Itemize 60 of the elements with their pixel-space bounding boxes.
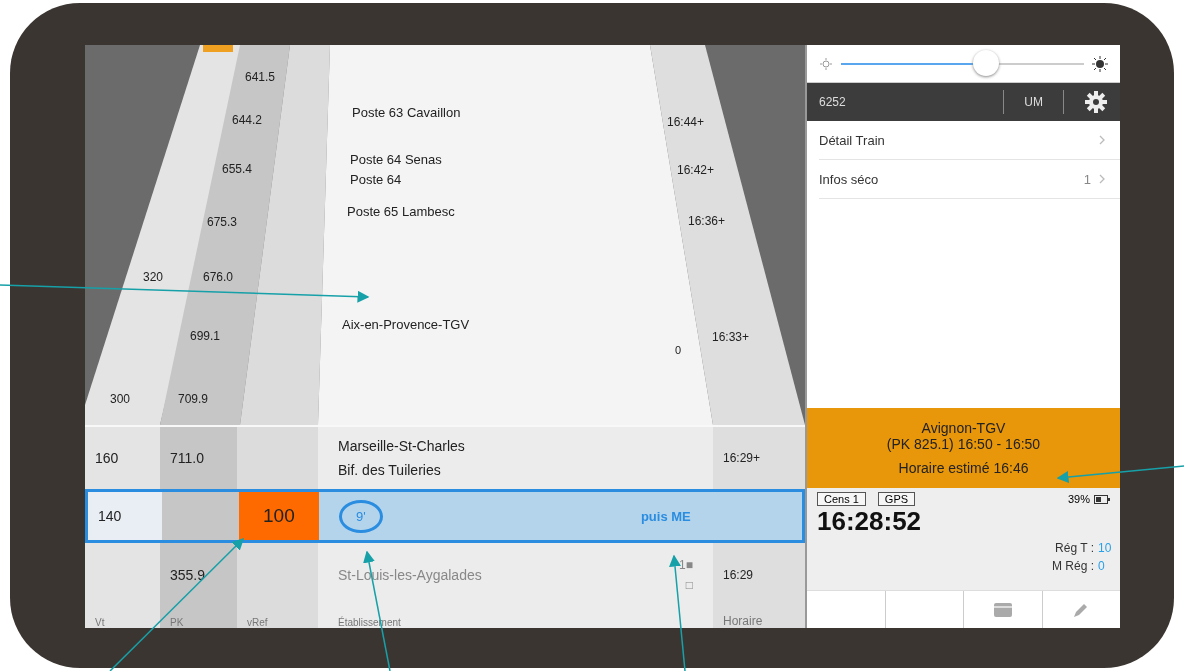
km-marker: 655.4 bbox=[222, 162, 253, 176]
brightness-slider-thumb[interactable] bbox=[972, 49, 999, 76]
speed-value: 320 bbox=[143, 270, 164, 284]
mode-label: UM bbox=[1024, 95, 1043, 109]
column-header: Horaire bbox=[723, 614, 763, 628]
current-position-row[interactable]: 140 100 9' puis ME bbox=[85, 489, 805, 544]
bright-sun-icon bbox=[1092, 55, 1108, 72]
next-stop-name: Avignon-TGV bbox=[921, 420, 1006, 436]
chevron-icon bbox=[1099, 174, 1106, 184]
km-marker: 709.9 bbox=[178, 392, 209, 406]
menu-item[interactable]: Infos séco 1 bbox=[819, 160, 1120, 199]
station-name: Poste 64 bbox=[350, 172, 402, 187]
speed-value: 160 bbox=[95, 450, 119, 466]
battery-level: 39% bbox=[1067, 493, 1090, 505]
reading-label: M Rég : bbox=[1052, 559, 1094, 573]
km-marker: 355.9 bbox=[170, 567, 206, 584]
km-marker: 711.0 bbox=[170, 450, 204, 466]
card-icon bbox=[992, 601, 1013, 618]
station-name: Aix-en-Provence-TGV bbox=[342, 317, 470, 332]
column-header: PK bbox=[170, 617, 184, 628]
speed-value: 300 bbox=[110, 392, 131, 406]
station-name: Poste 63 Cavaillon bbox=[352, 105, 461, 120]
dim-sun-icon bbox=[819, 56, 833, 71]
track-marker: □ bbox=[685, 578, 693, 593]
chevron-icon bbox=[1099, 135, 1106, 145]
train-number: 6252 bbox=[819, 95, 847, 109]
reading-value: 0 bbox=[1098, 559, 1106, 573]
estimated-time: Horaire estimé 16:46 bbox=[898, 460, 1029, 476]
time-value: 16:33+ bbox=[712, 330, 750, 344]
station-name: Poste 65 Lambesc bbox=[347, 204, 455, 219]
station-name: Marseille-St-Charles bbox=[338, 438, 465, 454]
status-tag: Cens 1 bbox=[817, 492, 866, 506]
time-value: 16:29 bbox=[723, 568, 754, 583]
km-marker: 676.0 bbox=[203, 270, 234, 284]
km-marker: 699.1 bbox=[190, 329, 221, 343]
status-tag: GPS bbox=[877, 492, 916, 506]
count-label: 1 bbox=[1083, 171, 1091, 187]
time-value: 16:29+ bbox=[723, 451, 761, 465]
delay-badge: 9' bbox=[339, 499, 383, 533]
time-value: 16:36+ bbox=[688, 214, 726, 228]
column-header: vRef bbox=[247, 617, 268, 628]
track-marker: 1■ bbox=[679, 558, 693, 573]
column-header: Vt bbox=[95, 617, 105, 628]
next-stop-detail: (PK 825.1) 16:50 - 16:50 bbox=[886, 436, 1041, 452]
clock: 16:28:52 bbox=[817, 506, 923, 537]
station-name: Poste 64 Senas bbox=[350, 152, 442, 167]
speed-limit: 100 bbox=[263, 505, 295, 528]
time-value: 16:42+ bbox=[677, 163, 715, 177]
reading-value: 10 bbox=[1098, 541, 1110, 555]
next-note: puis ME bbox=[640, 508, 691, 524]
menu-item[interactable]: Détail Train bbox=[819, 121, 1120, 160]
time-value: 16:44+ bbox=[667, 115, 705, 129]
speed-value: 140 bbox=[98, 508, 122, 525]
track-marker: 0 bbox=[675, 344, 682, 356]
battery-icon bbox=[1094, 494, 1110, 504]
reading-label: Rég T : bbox=[1055, 541, 1094, 555]
km-marker: 675.3 bbox=[207, 215, 238, 229]
station-name: Bif. des Tuileries bbox=[338, 462, 442, 478]
km-marker: 641.5 bbox=[245, 70, 276, 84]
km-marker: 644.2 bbox=[232, 113, 263, 127]
